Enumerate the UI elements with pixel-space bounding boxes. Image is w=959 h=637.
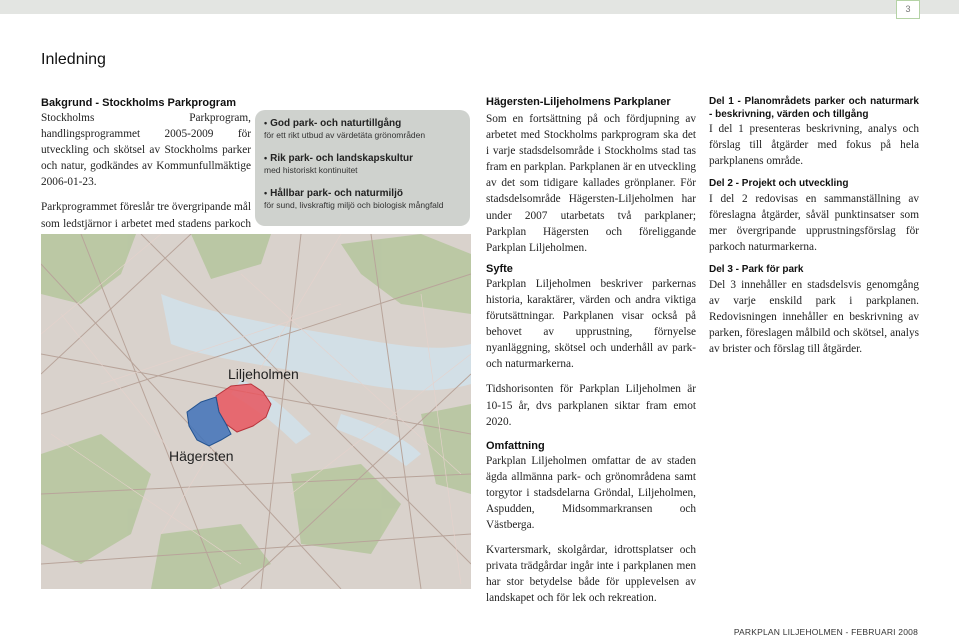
bullet-icon: • <box>264 153 268 163</box>
paragraph-tidshorisont: Tidshorisonten för Parkplan Liljeholmen … <box>486 383 696 428</box>
footer-text: PARKPLAN LILJEHOLMEN - FEBRUARI 2008 <box>733 627 918 637</box>
goal-heading: Hållbar park- och naturmiljö <box>270 188 403 199</box>
page-title: Inledning <box>41 51 106 68</box>
page-number: 3 <box>896 0 920 19</box>
goal-heading: God park- och naturtillgång <box>270 118 402 129</box>
section-heading-del1: Del 1 - Planområdets parker och naturmar… <box>709 96 919 120</box>
goal-item: • God park- och naturtillgång för ett rik… <box>264 117 425 141</box>
top-bar <box>0 0 959 14</box>
column-parts: Del 1 - Planområdets parker och naturmar… <box>709 96 919 357</box>
paragraph-del2: I del 2 redovisas en sammanställning av … <box>709 192 919 254</box>
goal-item: • Hållbar park- och naturmiljö för sund, … <box>264 187 444 211</box>
goals-callout: • God park- och naturtillgång för ett rik… <box>255 110 470 226</box>
label-hagersten: Hägersten <box>169 448 234 464</box>
column-background: Bakgrund - Stockholms Parkprogram Stockh… <box>41 96 251 248</box>
bullet-icon: • <box>264 118 268 128</box>
goal-description: för sund, livskraftig miljö och biologis… <box>264 200 444 210</box>
paragraph-omfattning: Parkplan Liljeholmen omfattar de av stad… <box>486 454 696 532</box>
bullet-icon: • <box>264 188 268 198</box>
goal-description: med historiskt kontinuitet <box>264 165 358 175</box>
section-heading-omfattning: Omfattning <box>486 439 545 452</box>
section-heading-syfte: Syfte <box>486 262 513 275</box>
section-heading-del3: Del 3 - Park för park <box>709 264 804 276</box>
paragraph-del3: Del 3 innehåller en stadsdelsvis genomgå… <box>709 278 919 356</box>
section-heading-del2: Del 2 - Projekt och utveckling <box>709 178 849 190</box>
goal-description: för ett rikt utbud av värdetäta grönområ… <box>264 130 426 140</box>
paragraph-syfte: Parkplan Liljeholmen beskriver parkernas… <box>486 277 696 371</box>
section-heading-parkplaner: Hägersten-Liljeholmens Parkplaner <box>486 96 671 108</box>
goal-item: • Rik park- och landskapskultur med histo… <box>264 152 413 176</box>
column-parkplans: Hägersten-Liljeholmens Parkplaner Som en… <box>486 95 696 607</box>
paragraph-kvartersmark: Kvartersmark, skolgårdar, idrottsplatser… <box>486 544 696 605</box>
section-heading-background: Bakgrund - Stockholms Parkprogram <box>41 97 236 109</box>
label-liljeholmen: Liljeholmen <box>228 366 299 382</box>
district-map: Liljeholmen Hägersten <box>41 234 471 589</box>
paragraph-del1: I del 1 presenteras beskrivning, analys … <box>709 123 919 168</box>
paragraph-parkplaner: Som en fortsättning på och fördjupning a… <box>486 113 696 254</box>
goal-heading: Rik park- och landskapskultur <box>270 153 413 164</box>
paragraph-parkprogram: Stockholms Parkprogram, handlingsprogram… <box>41 112 251 189</box>
